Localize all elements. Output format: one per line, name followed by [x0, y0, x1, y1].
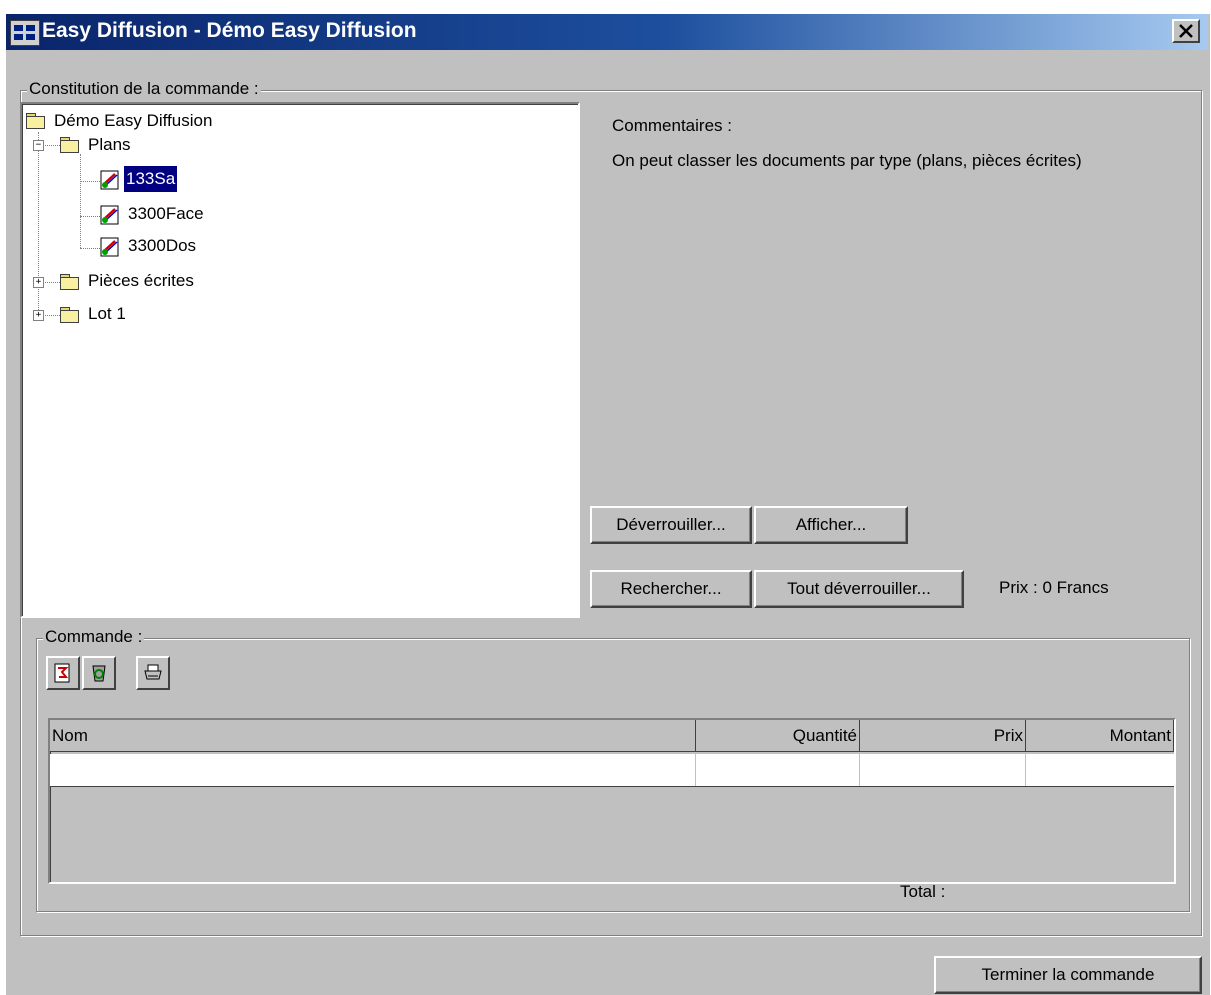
- drawing-document-icon: [100, 237, 119, 257]
- unlock-button[interactable]: Déverrouiller...: [590, 506, 752, 544]
- order-table[interactable]: Nom Quantité Prix Montant: [48, 718, 1176, 884]
- tree-line: [80, 216, 100, 217]
- comments-text: On peut classer les documents par type (…: [612, 151, 1082, 170]
- tree-line: [38, 132, 39, 316]
- drawing-document-icon: [100, 170, 119, 190]
- comments-label: Commentaires :: [612, 116, 732, 135]
- search-button[interactable]: Rechercher...: [590, 570, 752, 608]
- print-icon: [144, 664, 162, 680]
- folder-icon: [60, 274, 80, 290]
- title-bar[interactable]: Easy Diffusion - Démo Easy Diffusion: [6, 14, 1208, 50]
- document-tree[interactable]: Démo Easy Diffusion − Plans 133Sa 3300Fa…: [20, 102, 580, 618]
- table-cell: [696, 754, 860, 786]
- table-cell: [1026, 754, 1174, 786]
- table-row[interactable]: [50, 754, 1174, 787]
- order-toolbar: [46, 656, 226, 690]
- close-icon: [1179, 24, 1193, 38]
- order-legend: Commande :: [43, 627, 145, 647]
- print-button[interactable]: [136, 656, 170, 690]
- main-window: Easy Diffusion - Démo Easy Diffusion Con…: [6, 14, 1210, 995]
- collapse-icon[interactable]: −: [33, 140, 44, 151]
- recycle-icon: [92, 665, 106, 682]
- order-setup-legend: Constitution de la commande :: [27, 79, 261, 99]
- price-label: Prix : 0 Francs: [999, 578, 1109, 597]
- close-button[interactable]: [1172, 19, 1200, 43]
- folder-icon: [26, 113, 46, 129]
- import-icon: [54, 663, 70, 683]
- column-quantity-header[interactable]: Quantité: [696, 720, 860, 752]
- unlock-all-button[interactable]: Tout déverrouiller...: [754, 570, 964, 608]
- table-cell: [50, 754, 696, 786]
- column-amount-header[interactable]: Montant: [1026, 720, 1174, 752]
- tree-line: [80, 248, 100, 249]
- tree-line: [80, 154, 81, 248]
- app-icon: [10, 20, 40, 46]
- expand-icon[interactable]: +: [33, 277, 44, 288]
- finish-order-button[interactable]: Terminer la commande: [934, 956, 1202, 994]
- window-title: Easy Diffusion - Démo Easy Diffusion: [42, 19, 417, 42]
- folder-icon: [60, 307, 80, 323]
- column-price-header[interactable]: Prix: [860, 720, 1026, 752]
- tree-line: [80, 181, 100, 182]
- recycle-button[interactable]: [82, 656, 116, 690]
- drawing-document-icon: [100, 205, 119, 225]
- import-button[interactable]: [46, 656, 80, 690]
- folder-icon: [60, 137, 80, 153]
- column-name-header[interactable]: Nom: [50, 720, 696, 752]
- table-cell: [860, 754, 1026, 786]
- expand-icon[interactable]: +: [33, 310, 44, 321]
- show-button[interactable]: Afficher...: [754, 506, 908, 544]
- total-label: Total :: [900, 882, 946, 901]
